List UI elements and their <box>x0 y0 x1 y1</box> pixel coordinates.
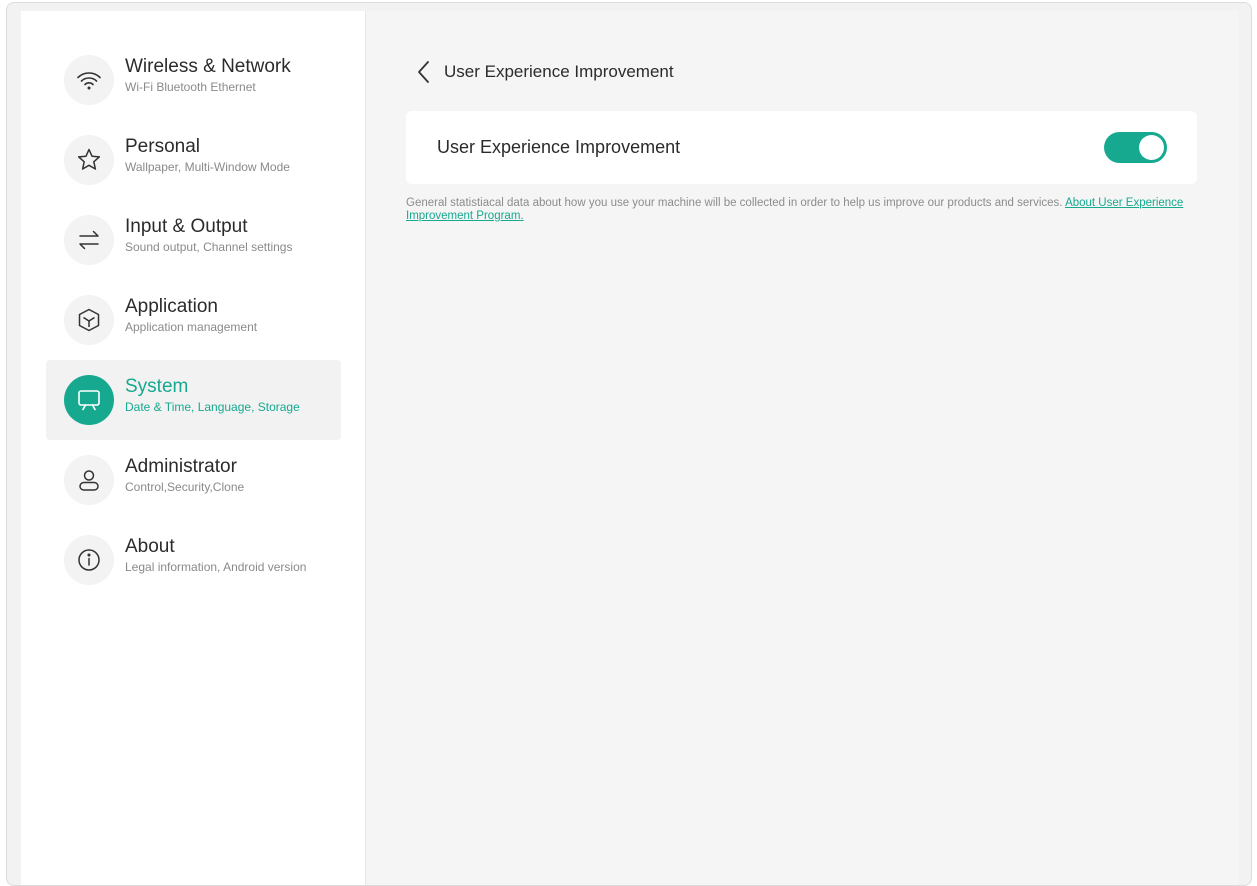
sidebar-item-personal[interactable]: Personal Wallpaper, Multi-Window Mode <box>46 120 341 200</box>
star-icon <box>64 135 114 185</box>
swap-arrows-icon <box>64 215 114 265</box>
main-content: User Experience Improvement User Experie… <box>366 11 1239 885</box>
sidebar-item-title: Personal <box>125 135 200 157</box>
sidebar-item-title: Wireless & Network <box>125 55 291 77</box>
sidebar-item-input-output[interactable]: Input & Output Sound output, Channel set… <box>46 200 341 280</box>
sidebar-item-subtitle: Application management <box>125 319 258 334</box>
sidebar-item-about[interactable]: About Legal information, Android version <box>46 520 341 600</box>
sidebar-item-administrator[interactable]: Administrator Control,Security,Clone <box>46 440 341 520</box>
wifi-icon <box>64 55 114 105</box>
user-experience-toggle[interactable] <box>1104 132 1167 163</box>
sidebar-item-subtitle: Sound output, Channel settings <box>125 239 293 254</box>
sidebar-item-subtitle: Wallpaper, Multi-Window Mode <box>125 159 290 174</box>
sidebar-item-wireless-network[interactable]: Wireless & Network Wi-Fi Bluetooth Ether… <box>46 40 341 120</box>
sidebar-item-title: About <box>125 535 175 557</box>
cube-icon <box>64 295 114 345</box>
page-header: User Experience Improvement <box>414 60 674 84</box>
sidebar-item-application[interactable]: Application Application management <box>46 280 341 360</box>
sidebar-item-title: Application <box>125 295 218 317</box>
setting-description: General statistiacal data about how you … <box>406 197 1201 223</box>
sidebar-item-title: Input & Output <box>125 215 248 237</box>
sidebar-item-subtitle: Legal information, Android version <box>125 559 307 574</box>
page-title: User Experience Improvement <box>444 62 674 81</box>
description-text: General statistiacal data about how you … <box>406 197 1066 209</box>
monitor-icon <box>64 375 114 425</box>
settings-screen: Wireless & Network Wi-Fi Bluetooth Ether… <box>21 11 1239 885</box>
sidebar-item-subtitle: Control,Security,Clone <box>125 479 245 494</box>
sidebar-item-title: System <box>125 375 189 397</box>
sidebar-item-system[interactable]: System Date & Time, Language, Storage <box>46 360 341 440</box>
setting-row-user-experience: User Experience Improvement <box>406 111 1197 184</box>
user-icon <box>64 455 114 505</box>
chevron-left-icon[interactable] <box>414 60 434 84</box>
info-icon <box>64 535 114 585</box>
setting-label: User Experience Improvement <box>437 137 681 157</box>
sidebar: Wireless & Network Wi-Fi Bluetooth Ether… <box>21 11 366 885</box>
sidebar-item-subtitle: Wi-Fi Bluetooth Ethernet <box>125 79 256 94</box>
device-frame: Wireless & Network Wi-Fi Bluetooth Ether… <box>6 2 1252 886</box>
toggle-knob <box>1139 135 1164 160</box>
sidebar-item-title: Administrator <box>125 455 237 477</box>
sidebar-item-subtitle: Date & Time, Language, Storage <box>125 399 300 414</box>
